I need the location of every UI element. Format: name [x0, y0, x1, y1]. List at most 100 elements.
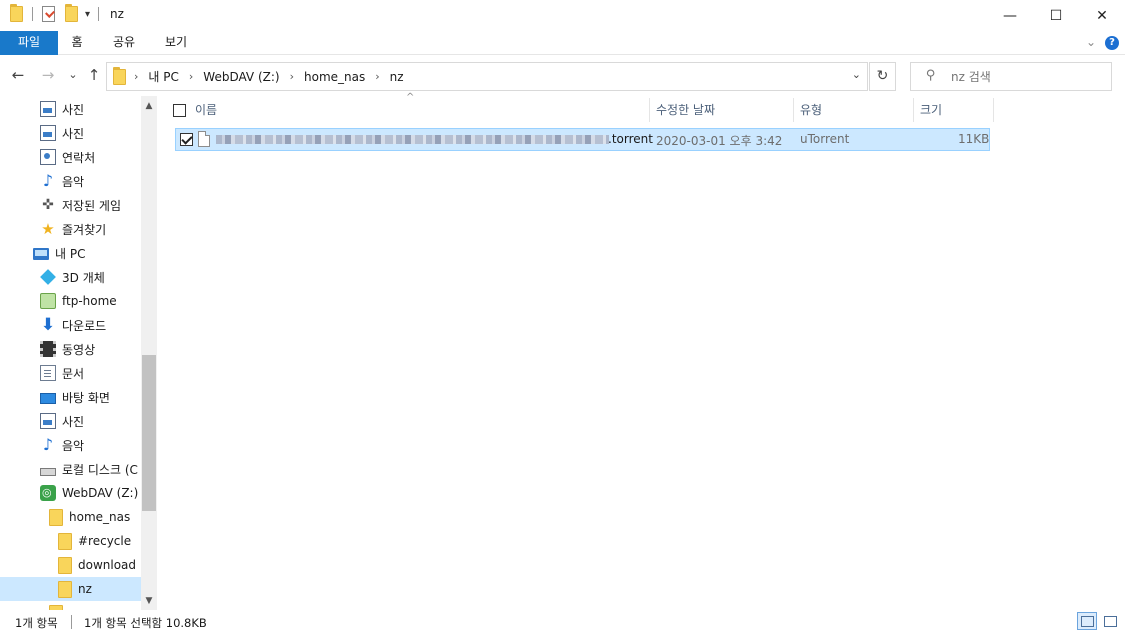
nav-item-label: 동영상: [62, 342, 96, 357]
column-separator[interactable]: [793, 98, 794, 122]
tab-home[interactable]: 홈: [62, 31, 92, 55]
table-row[interactable]: .torrent 2020-03-01 오후 3:42 uTorrent 11K…: [175, 128, 990, 151]
column-header-name[interactable]: 이름: [195, 96, 647, 123]
address-bar[interactable]: › 내 PC › WebDAV (Z:) › home_nas › nz ⌄: [106, 62, 868, 91]
close-button[interactable]: ✕: [1079, 0, 1125, 31]
breadcrumb-this-pc[interactable]: 내 PC: [142, 68, 184, 85]
scroll-down-icon[interactable]: ▼: [141, 593, 157, 609]
new-folder-icon[interactable]: [65, 4, 78, 22]
nav-item-label: download: [78, 558, 137, 572]
music-icon: ♪: [42, 171, 54, 190]
tab-file[interactable]: 파일: [0, 31, 58, 55]
nav-item-pictures[interactable]: 사진: [0, 97, 141, 121]
nav-item-local-disk[interactable]: 로컬 디스크 (C: [0, 457, 141, 481]
desktop-icon: [40, 392, 56, 404]
large-icons-view-icon: [1104, 616, 1117, 627]
details-view-button[interactable]: [1077, 612, 1097, 630]
nav-item-music-2[interactable]: ♪ 음악: [0, 433, 141, 457]
nav-item-3d-objects[interactable]: 3D 개체: [0, 265, 141, 289]
recent-locations-icon[interactable]: ⌄: [63, 68, 83, 81]
nav-item-label: 연락처: [62, 150, 96, 165]
column-separator[interactable]: [913, 98, 914, 122]
file-name-suffix: .torrent: [608, 132, 653, 146]
music-icon: ♪: [42, 435, 54, 454]
nav-item-download-folder[interactable]: download: [0, 553, 141, 577]
file-type: uTorrent: [800, 132, 850, 146]
forward-arrow-icon[interactable]: →: [38, 66, 58, 84]
large-icons-view-button[interactable]: [1100, 612, 1120, 630]
column-header-type[interactable]: 유형: [800, 96, 910, 123]
minimize-button[interactable]: —: [987, 0, 1033, 31]
column-separator[interactable]: [993, 98, 994, 122]
status-item-count: 1개 항목: [15, 616, 58, 630]
properties-icon[interactable]: [42, 6, 55, 22]
nav-item-videos[interactable]: 동영상: [0, 337, 141, 361]
nav-item-label: home_nas: [69, 510, 131, 524]
maximize-button[interactable]: ☐: [1033, 0, 1079, 31]
nav-item-pictures-3[interactable]: 사진: [0, 409, 141, 433]
nav-item-label: nz: [78, 582, 92, 596]
nav-item-label: 사진: [62, 102, 85, 117]
tab-view[interactable]: 보기: [156, 31, 196, 55]
nav-item-downloads[interactable]: ⬇ 다운로드: [0, 313, 141, 337]
tab-share[interactable]: 공유: [104, 31, 144, 55]
nav-item-label: 3D 개체: [62, 270, 105, 285]
title-bar: ▾ nz — ☐ ✕: [0, 0, 1125, 31]
nav-item-partial: [0, 601, 141, 610]
nav-item-nz[interactable]: nz: [0, 577, 141, 601]
column-header-modified[interactable]: 수정한 날짜: [656, 96, 792, 123]
column-size-label: 크기: [920, 103, 943, 117]
nav-item-desktop[interactable]: 바탕 화면: [0, 385, 141, 409]
folder-icon: [49, 508, 63, 526]
nav-item-home-nas[interactable]: home_nas: [0, 505, 141, 529]
webdav-drive-icon: [40, 485, 56, 501]
column-separator[interactable]: [649, 98, 650, 122]
back-arrow-icon[interactable]: ←: [8, 66, 28, 84]
row-checkbox[interactable]: [180, 133, 193, 146]
nav-item-pictures-2[interactable]: 사진: [0, 121, 141, 145]
local-disk-icon: [40, 468, 56, 476]
nav-item-saved-games[interactable]: ✜ 저장된 게임: [0, 193, 141, 217]
nav-item-recycle[interactable]: #recycle: [0, 529, 141, 553]
toolbar-separator: [98, 7, 100, 21]
breadcrumb-home-nas[interactable]: home_nas: [298, 70, 371, 84]
status-selection: 1개 항목 선택함 10.8KB: [84, 616, 207, 630]
customize-toolbar-icon[interactable]: ▾: [85, 9, 90, 20]
search-input[interactable]: [951, 67, 1101, 86]
photo-icon: [40, 413, 56, 429]
contacts-icon: [40, 149, 56, 165]
chevron-right-icon[interactable]: ›: [185, 70, 197, 83]
nav-item-label: 음악: [62, 438, 85, 453]
refresh-icon[interactable]: ↻: [869, 62, 896, 91]
nav-item-music[interactable]: ♪ 음악: [0, 169, 141, 193]
nav-item-documents[interactable]: 문서: [0, 361, 141, 385]
chevron-right-icon[interactable]: ›: [130, 70, 142, 83]
expand-ribbon-icon[interactable]: ⌄: [1084, 31, 1098, 55]
column-header-size[interactable]: 크기: [920, 96, 990, 123]
nav-item-this-pc[interactable]: 내 PC: [0, 241, 141, 265]
nav-item-label: 사진: [62, 414, 85, 429]
nav-item-ftp-home[interactable]: ftp-home: [0, 289, 141, 313]
chevron-right-icon[interactable]: ›: [286, 70, 298, 83]
nav-item-label: 즐겨찾기: [62, 222, 107, 237]
address-dropdown-icon[interactable]: ⌄: [852, 68, 861, 81]
nav-item-label: 로컬 디스크 (C: [62, 462, 138, 477]
breadcrumb-webdav[interactable]: WebDAV (Z:): [197, 70, 285, 84]
nav-item-webdav[interactable]: WebDAV (Z:): [0, 481, 141, 505]
file-list: ^ 이름 수정한 날짜 유형 크기 .torrent 2020-03-01 오후…: [157, 92, 1125, 610]
nav-item-contacts[interactable]: 연락처: [0, 145, 141, 169]
quick-access-toolbar: ▾: [10, 4, 100, 22]
nav-item-favorites[interactable]: ★ 즐겨찾기: [0, 217, 141, 241]
scroll-thumb[interactable]: [142, 355, 156, 511]
folder-icon: [113, 66, 126, 85]
select-all-checkbox[interactable]: [173, 104, 186, 117]
nav-item-label: ftp-home: [62, 294, 117, 308]
breadcrumb-nz[interactable]: nz: [384, 70, 410, 84]
redacted-filename: [216, 135, 609, 144]
help-icon[interactable]: ?: [1105, 36, 1119, 50]
scroll-up-icon[interactable]: ▲: [141, 98, 157, 114]
navpane-scrollbar[interactable]: ▲ ▼: [141, 96, 157, 610]
search-box[interactable]: ⚲: [910, 62, 1112, 91]
up-arrow-icon[interactable]: ↑: [84, 66, 104, 84]
chevron-right-icon[interactable]: ›: [371, 70, 383, 83]
